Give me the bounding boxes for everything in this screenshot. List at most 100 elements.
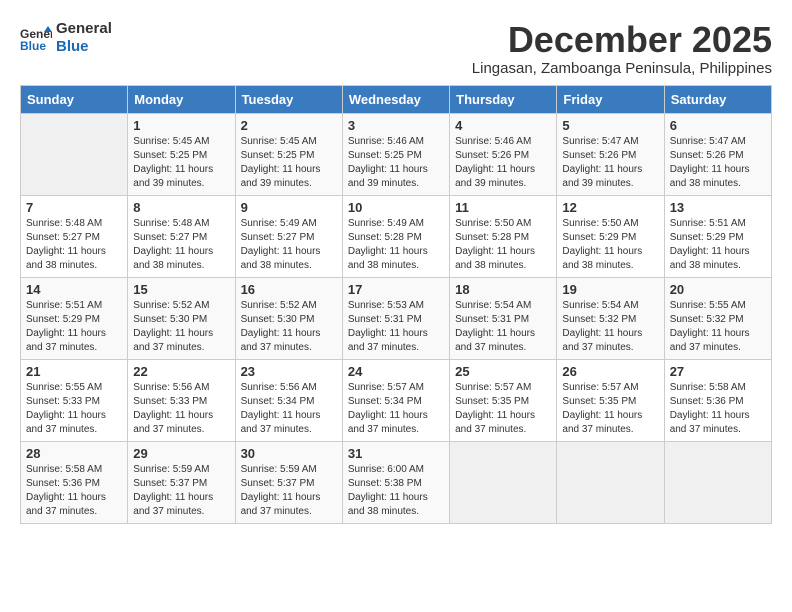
cell-content: Sunrise: 5:47 AMSunset: 5:26 PMDaylight:… (562, 135, 658, 191)
day-number: 11 (455, 200, 551, 215)
day-number: 28 (26, 446, 122, 461)
day-number: 26 (562, 364, 658, 379)
page-header: General Blue General Blue December 2025 … (20, 20, 772, 77)
calendar-cell: 31 Sunrise: 6:00 AMSunset: 5:38 PMDayligh… (342, 441, 449, 523)
calendar-cell: 12 Sunrise: 5:50 AMSunset: 5:29 PMDayligh… (557, 195, 664, 277)
weekday-header-tuesday: Tuesday (235, 85, 342, 113)
cell-content: Sunrise: 5:59 AMSunset: 5:37 PMDaylight:… (133, 463, 229, 519)
weekday-header-thursday: Thursday (450, 85, 557, 113)
calendar-cell: 23 Sunrise: 5:56 AMSunset: 5:34 PMDayligh… (235, 359, 342, 441)
cell-content: Sunrise: 5:49 AMSunset: 5:28 PMDaylight:… (348, 217, 444, 273)
calendar-cell: 3 Sunrise: 5:46 AMSunset: 5:25 PMDaylight… (342, 113, 449, 195)
day-number: 23 (241, 364, 337, 379)
day-number: 27 (670, 364, 766, 379)
day-number: 18 (455, 282, 551, 297)
logo-area: General Blue General Blue (20, 20, 112, 56)
day-number: 30 (241, 446, 337, 461)
cell-content: Sunrise: 5:45 AMSunset: 5:25 PMDaylight:… (133, 135, 229, 191)
calendar-cell: 4 Sunrise: 5:46 AMSunset: 5:26 PMDaylight… (450, 113, 557, 195)
cell-content: Sunrise: 5:54 AMSunset: 5:31 PMDaylight:… (455, 299, 551, 355)
calendar-cell (557, 441, 664, 523)
day-number: 2 (241, 118, 337, 133)
calendar-cell: 25 Sunrise: 5:57 AMSunset: 5:35 PMDayligh… (450, 359, 557, 441)
calendar-cell: 6 Sunrise: 5:47 AMSunset: 5:26 PMDaylight… (664, 113, 771, 195)
day-number: 10 (348, 200, 444, 215)
location-title: Lingasan, Zamboanga Peninsula, Philippin… (472, 60, 772, 77)
calendar-cell: 2 Sunrise: 5:45 AMSunset: 5:25 PMDaylight… (235, 113, 342, 195)
day-number: 19 (562, 282, 658, 297)
calendar-cell: 27 Sunrise: 5:58 AMSunset: 5:36 PMDayligh… (664, 359, 771, 441)
calendar-cell: 24 Sunrise: 5:57 AMSunset: 5:34 PMDayligh… (342, 359, 449, 441)
cell-content: Sunrise: 5:58 AMSunset: 5:36 PMDaylight:… (26, 463, 122, 519)
day-number: 1 (133, 118, 229, 133)
day-number: 12 (562, 200, 658, 215)
calendar-cell: 13 Sunrise: 5:51 AMSunset: 5:29 PMDayligh… (664, 195, 771, 277)
cell-content: Sunrise: 5:48 AMSunset: 5:27 PMDaylight:… (133, 217, 229, 273)
cell-content: Sunrise: 5:51 AMSunset: 5:29 PMDaylight:… (26, 299, 122, 355)
cell-content: Sunrise: 5:48 AMSunset: 5:27 PMDaylight:… (26, 217, 122, 273)
cell-content: Sunrise: 5:54 AMSunset: 5:32 PMDaylight:… (562, 299, 658, 355)
weekday-header-sunday: Sunday (21, 85, 128, 113)
logo-general: General (56, 20, 112, 38)
day-number: 17 (348, 282, 444, 297)
cell-content: Sunrise: 5:55 AMSunset: 5:32 PMDaylight:… (670, 299, 766, 355)
calendar-cell: 21 Sunrise: 5:55 AMSunset: 5:33 PMDayligh… (21, 359, 128, 441)
cell-content: Sunrise: 5:57 AMSunset: 5:34 PMDaylight:… (348, 381, 444, 437)
day-number: 15 (133, 282, 229, 297)
calendar-cell: 9 Sunrise: 5:49 AMSunset: 5:27 PMDaylight… (235, 195, 342, 277)
calendar-cell: 19 Sunrise: 5:54 AMSunset: 5:32 PMDayligh… (557, 277, 664, 359)
day-number: 25 (455, 364, 551, 379)
day-number: 4 (455, 118, 551, 133)
day-number: 9 (241, 200, 337, 215)
calendar-cell: 20Sunrise: 5:55 AMSunset: 5:32 PMDayligh… (664, 277, 771, 359)
day-number: 14 (26, 282, 122, 297)
cell-content: Sunrise: 5:52 AMSunset: 5:30 PMDaylight:… (133, 299, 229, 355)
calendar-table: SundayMondayTuesdayWednesdayThursdayFrid… (20, 85, 772, 524)
cell-content: Sunrise: 5:46 AMSunset: 5:25 PMDaylight:… (348, 135, 444, 191)
general-blue-icon: General Blue (20, 24, 52, 52)
day-number: 3 (348, 118, 444, 133)
cell-content: Sunrise: 6:00 AMSunset: 5:38 PMDaylight:… (348, 463, 444, 519)
cell-content: Sunrise: 5:51 AMSunset: 5:29 PMDaylight:… (670, 217, 766, 273)
day-number: 16 (241, 282, 337, 297)
cell-content: Sunrise: 5:46 AMSunset: 5:26 PMDaylight:… (455, 135, 551, 191)
day-number: 29 (133, 446, 229, 461)
weekday-header-wednesday: Wednesday (342, 85, 449, 113)
cell-content: Sunrise: 5:56 AMSunset: 5:34 PMDaylight:… (241, 381, 337, 437)
day-number: 24 (348, 364, 444, 379)
cell-content: Sunrise: 5:45 AMSunset: 5:25 PMDaylight:… (241, 135, 337, 191)
cell-content: Sunrise: 5:47 AMSunset: 5:26 PMDaylight:… (670, 135, 766, 191)
calendar-cell: 5 Sunrise: 5:47 AMSunset: 5:26 PMDaylight… (557, 113, 664, 195)
day-number: 5 (562, 118, 658, 133)
calendar-cell: 16 Sunrise: 5:52 AMSunset: 5:30 PMDayligh… (235, 277, 342, 359)
calendar-cell: 30 Sunrise: 5:59 AMSunset: 5:37 PMDayligh… (235, 441, 342, 523)
day-number: 22 (133, 364, 229, 379)
day-number: 13 (670, 200, 766, 215)
weekday-header-monday: Monday (128, 85, 235, 113)
cell-content: Sunrise: 5:50 AMSunset: 5:29 PMDaylight:… (562, 217, 658, 273)
cell-content: Sunrise: 5:57 AMSunset: 5:35 PMDaylight:… (455, 381, 551, 437)
svg-text:Blue: Blue (20, 39, 46, 52)
calendar-cell: 11 Sunrise: 5:50 AMSunset: 5:28 PMDayligh… (450, 195, 557, 277)
day-number: 21 (26, 364, 122, 379)
calendar-cell (21, 113, 128, 195)
calendar-cell: 26Sunrise: 5:57 AMSunset: 5:35 PMDayligh… (557, 359, 664, 441)
calendar-cell: 18 Sunrise: 5:54 AMSunset: 5:31 PMDayligh… (450, 277, 557, 359)
day-number: 8 (133, 200, 229, 215)
calendar-cell: 14 Sunrise: 5:51 AMSunset: 5:29 PMDayligh… (21, 277, 128, 359)
day-number: 7 (26, 200, 122, 215)
cell-content: Sunrise: 5:55 AMSunset: 5:33 PMDaylight:… (26, 381, 122, 437)
cell-content: Sunrise: 5:50 AMSunset: 5:28 PMDaylight:… (455, 217, 551, 273)
day-number: 6 (670, 118, 766, 133)
calendar-cell: 10 Sunrise: 5:49 AMSunset: 5:28 PMDayligh… (342, 195, 449, 277)
weekday-header-saturday: Saturday (664, 85, 771, 113)
cell-content: Sunrise: 5:52 AMSunset: 5:30 PMDaylight:… (241, 299, 337, 355)
calendar-cell (664, 441, 771, 523)
cell-content: Sunrise: 5:58 AMSunset: 5:36 PMDaylight:… (670, 381, 766, 437)
title-area: December 2025 Lingasan, Zamboanga Penins… (472, 20, 772, 77)
day-number: 31 (348, 446, 444, 461)
month-title: December 2025 (472, 20, 772, 60)
cell-content: Sunrise: 5:49 AMSunset: 5:27 PMDaylight:… (241, 217, 337, 273)
cell-content: Sunrise: 5:53 AMSunset: 5:31 PMDaylight:… (348, 299, 444, 355)
cell-content: Sunrise: 5:59 AMSunset: 5:37 PMDaylight:… (241, 463, 337, 519)
